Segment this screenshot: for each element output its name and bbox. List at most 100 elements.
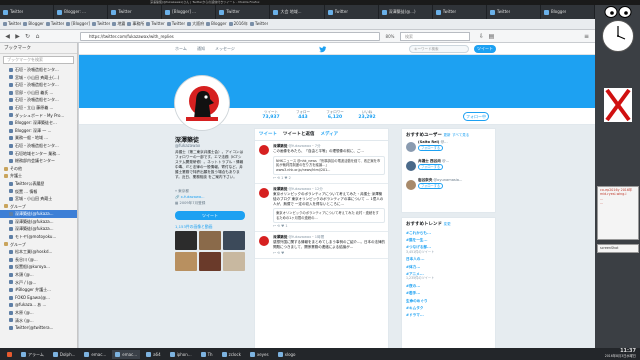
sidebar-bookmark[interactable]: 仮置船(@kuroya...	[0, 263, 77, 271]
browser-search-input[interactable]: 検索	[400, 32, 470, 41]
profile-avatar[interactable]	[175, 76, 229, 130]
url-bar[interactable]: https://twitter.com/fukazawax/with_repli…	[80, 32, 380, 41]
tweet-actions[interactable]: ↩ ⟲ ♥	[273, 251, 385, 255]
browser-tab[interactable]: Twitter	[433, 5, 487, 19]
stat-following[interactable]: フォロー 443	[287, 110, 319, 120]
wtf-user-name[interactable]: 弁護士 西谷尚	[418, 159, 441, 163]
taskbar-item[interactable]: iphon...	[167, 350, 195, 359]
browser-tab[interactable]: 大会 地域...	[270, 5, 325, 19]
sidebar-bookmark[interactable]: モトヤ(@motoyoku...	[0, 233, 77, 241]
user-avatar[interactable]	[406, 142, 416, 152]
profile-link[interactable]: 🔗 x-fukazawa...	[175, 195, 204, 199]
trend-item[interactable]: #これからも...	[402, 229, 495, 236]
wtf-refresh-link[interactable]: 更新	[444, 133, 451, 137]
bookmark-item[interactable]: Twitter	[166, 20, 185, 28]
tweet[interactable]: 深澤築徒 @fukazawax · 1時間 感想外国に関する情報をまとめてしまう事…	[255, 232, 388, 259]
media-thumbnail[interactable]	[175, 252, 197, 271]
tweet-to-button[interactable]: ツイート	[175, 211, 245, 220]
tweet-time[interactable]: 1時間	[315, 235, 324, 239]
sidebar-bookmark[interactable]: Twitter公表履歴	[0, 180, 77, 188]
taskbar-item[interactable]: xlogo	[275, 350, 299, 359]
trend-item[interactable]: 日本人の...	[402, 256, 495, 263]
media-thumbnail[interactable]	[223, 252, 245, 271]
tweet-author[interactable]: 深澤築徒	[273, 187, 287, 191]
trend-item[interactable]: 生命のめぐり	[402, 297, 495, 304]
sidebar-bookmark[interactable]: 総務部内会議センター	[0, 157, 77, 165]
tweet[interactable]: 深澤築徒 @fukazawax · 12分 東京オリンピックのボランティアについて…	[255, 184, 388, 233]
bookmark-item[interactable]: Blogger	[206, 20, 227, 28]
twitter-bird-icon[interactable]	[319, 45, 327, 53]
browser-tab[interactable]: Twitter	[325, 5, 379, 19]
follow-button[interactable]: フォローする	[418, 163, 444, 171]
bookmark-item[interactable]: [Blogger]	[66, 20, 90, 28]
sidebar-bookmark[interactable]: 水戸 / (@...	[0, 279, 77, 287]
sidebar-bookmark[interactable]: #Blogger 弁護士...	[0, 286, 77, 294]
tweet-actions[interactable]: ↩ ⟲ 1 ♥ 2	[273, 176, 385, 180]
media-thumbnail[interactable]	[199, 252, 221, 271]
browser-tab[interactable]: Twitter	[0, 5, 55, 19]
sidebar-bookmark[interactable]: Blogger: 深澤築徒セ...	[0, 119, 77, 127]
menu-icon[interactable]: ≡	[583, 33, 590, 40]
compose-tweet-button[interactable]: ツイート	[474, 45, 496, 53]
sidebar-bookmark[interactable]: グループ	[0, 241, 77, 249]
tweet-avatar[interactable]	[259, 236, 269, 247]
sidebar-bookmark[interactable]: 石垣・渋噛造船センタ...	[0, 81, 77, 89]
bookmark-item[interactable]: Twitter	[91, 20, 110, 28]
sidebar-bookmark[interactable]: FOKO Egawa(@...	[0, 294, 77, 302]
browser-tab[interactable]: Twitter	[216, 5, 271, 19]
nav-home[interactable]: ホーム	[175, 43, 187, 55]
sidebar-bookmark[interactable]: 深澤築徒(@fukaza...	[0, 225, 77, 233]
browser-tab[interactable]: Twitter	[487, 5, 541, 19]
sidebar-bookmark[interactable]: 弁護士	[0, 172, 77, 180]
trend-item[interactable]: #ドラマ...	[402, 312, 495, 319]
bookmark-item[interactable]: Twitter	[45, 20, 64, 28]
follow-button[interactable]: フォローする	[418, 182, 444, 190]
home-icon[interactable]: ⌂	[34, 33, 41, 40]
media-thumbnail[interactable]	[223, 231, 245, 250]
sidebar-bookmark[interactable]: 石垣・渋噛造船センタ...	[0, 66, 77, 74]
sidebar-bookmark[interactable]: 木原 (@...	[0, 309, 77, 317]
taskbar-item[interactable]: zclock	[219, 350, 244, 359]
sidebar-bookmark[interactable]: 松本工業(@hoskd...	[0, 248, 77, 256]
user-avatar[interactable]	[406, 161, 416, 171]
follow-button[interactable]: フォローする	[418, 144, 444, 152]
side-list-item[interactable]: ...	[600, 201, 636, 205]
sidebar-bookmark[interactable]: 石垣・渋噛造船センタ...	[0, 96, 77, 104]
sidebar-bookmark[interactable]: 深澤築徒(@fukaza...	[0, 218, 77, 226]
tweet-time[interactable]: 7分	[315, 144, 321, 148]
tweet-card[interactable]: NHKニュース @nhk_news 「刑事訴訟の電波活動を経て、改正案を市民が裁…	[273, 155, 385, 176]
media-thumbnail[interactable]	[175, 231, 197, 250]
sidebar-search-input[interactable]: ブックマークを検索	[3, 56, 74, 64]
browser-tab[interactable]: Blogger: ...	[54, 5, 109, 19]
stat-likes[interactable]: いいね 23,292	[351, 110, 383, 120]
bookmark-item[interactable]: 事務所	[127, 20, 144, 28]
taskbar-item[interactable]: xeyes	[247, 350, 272, 359]
tweet-actions[interactable]: ↩ ⟲ ♥ 1	[273, 224, 385, 228]
trend-item[interactable]: #猫を一生...	[402, 236, 495, 243]
sidebar-bookmark[interactable]: Twitter(@twittera...	[0, 324, 77, 332]
tweet-avatar[interactable]	[259, 145, 269, 155]
nav-notifications[interactable]: 通知	[197, 43, 205, 55]
sidebar-bookmark[interactable]: 業務一般・地域 ...	[0, 134, 77, 142]
bookmark-item[interactable]: Twitter	[249, 20, 268, 28]
download-icon[interactable]: ⇩	[478, 33, 485, 40]
sidebar-bookmark[interactable]: 清水 (@...	[0, 317, 77, 325]
bookmark-item[interactable]: 2016年	[228, 20, 248, 28]
tweet-avatar[interactable]	[259, 188, 269, 199]
sidebar-bookmark[interactable]: Blogger: 深澤 一 ...	[0, 127, 77, 135]
taskbar-item[interactable]: Dolph...	[50, 350, 79, 359]
bookmark-item[interactable]: Twitter	[146, 20, 165, 28]
sidebar-bookmark[interactable]: 宮城・小山田 斉蔵士(...)	[0, 74, 77, 82]
bookmark-item[interactable]: 地震	[112, 20, 125, 28]
sidebar-bookmark[interactable]: 長谷川 (@...	[0, 256, 77, 264]
zoom-level[interactable]: 80%	[383, 33, 397, 40]
trend-item[interactable]: #つなげる部... 3,451件のツイート	[402, 244, 495, 256]
following-button[interactable]: フォロー中	[463, 112, 489, 121]
sidebar-bookmark[interactable]: 官邸・小山田 義氏 ...	[0, 89, 77, 97]
sidebar-bookmark[interactable]: ダッシュボード - My Pro...	[0, 112, 77, 120]
start-menu-icon[interactable]	[4, 350, 15, 359]
wtf-user-name[interactable]: 岩谷奈央	[418, 178, 432, 182]
taskbar-item[interactable]: emac...	[81, 350, 109, 359]
back-arrow-icon[interactable]: ◀	[4, 33, 11, 40]
wtf-all-link[interactable]: すべて見る	[452, 133, 469, 137]
